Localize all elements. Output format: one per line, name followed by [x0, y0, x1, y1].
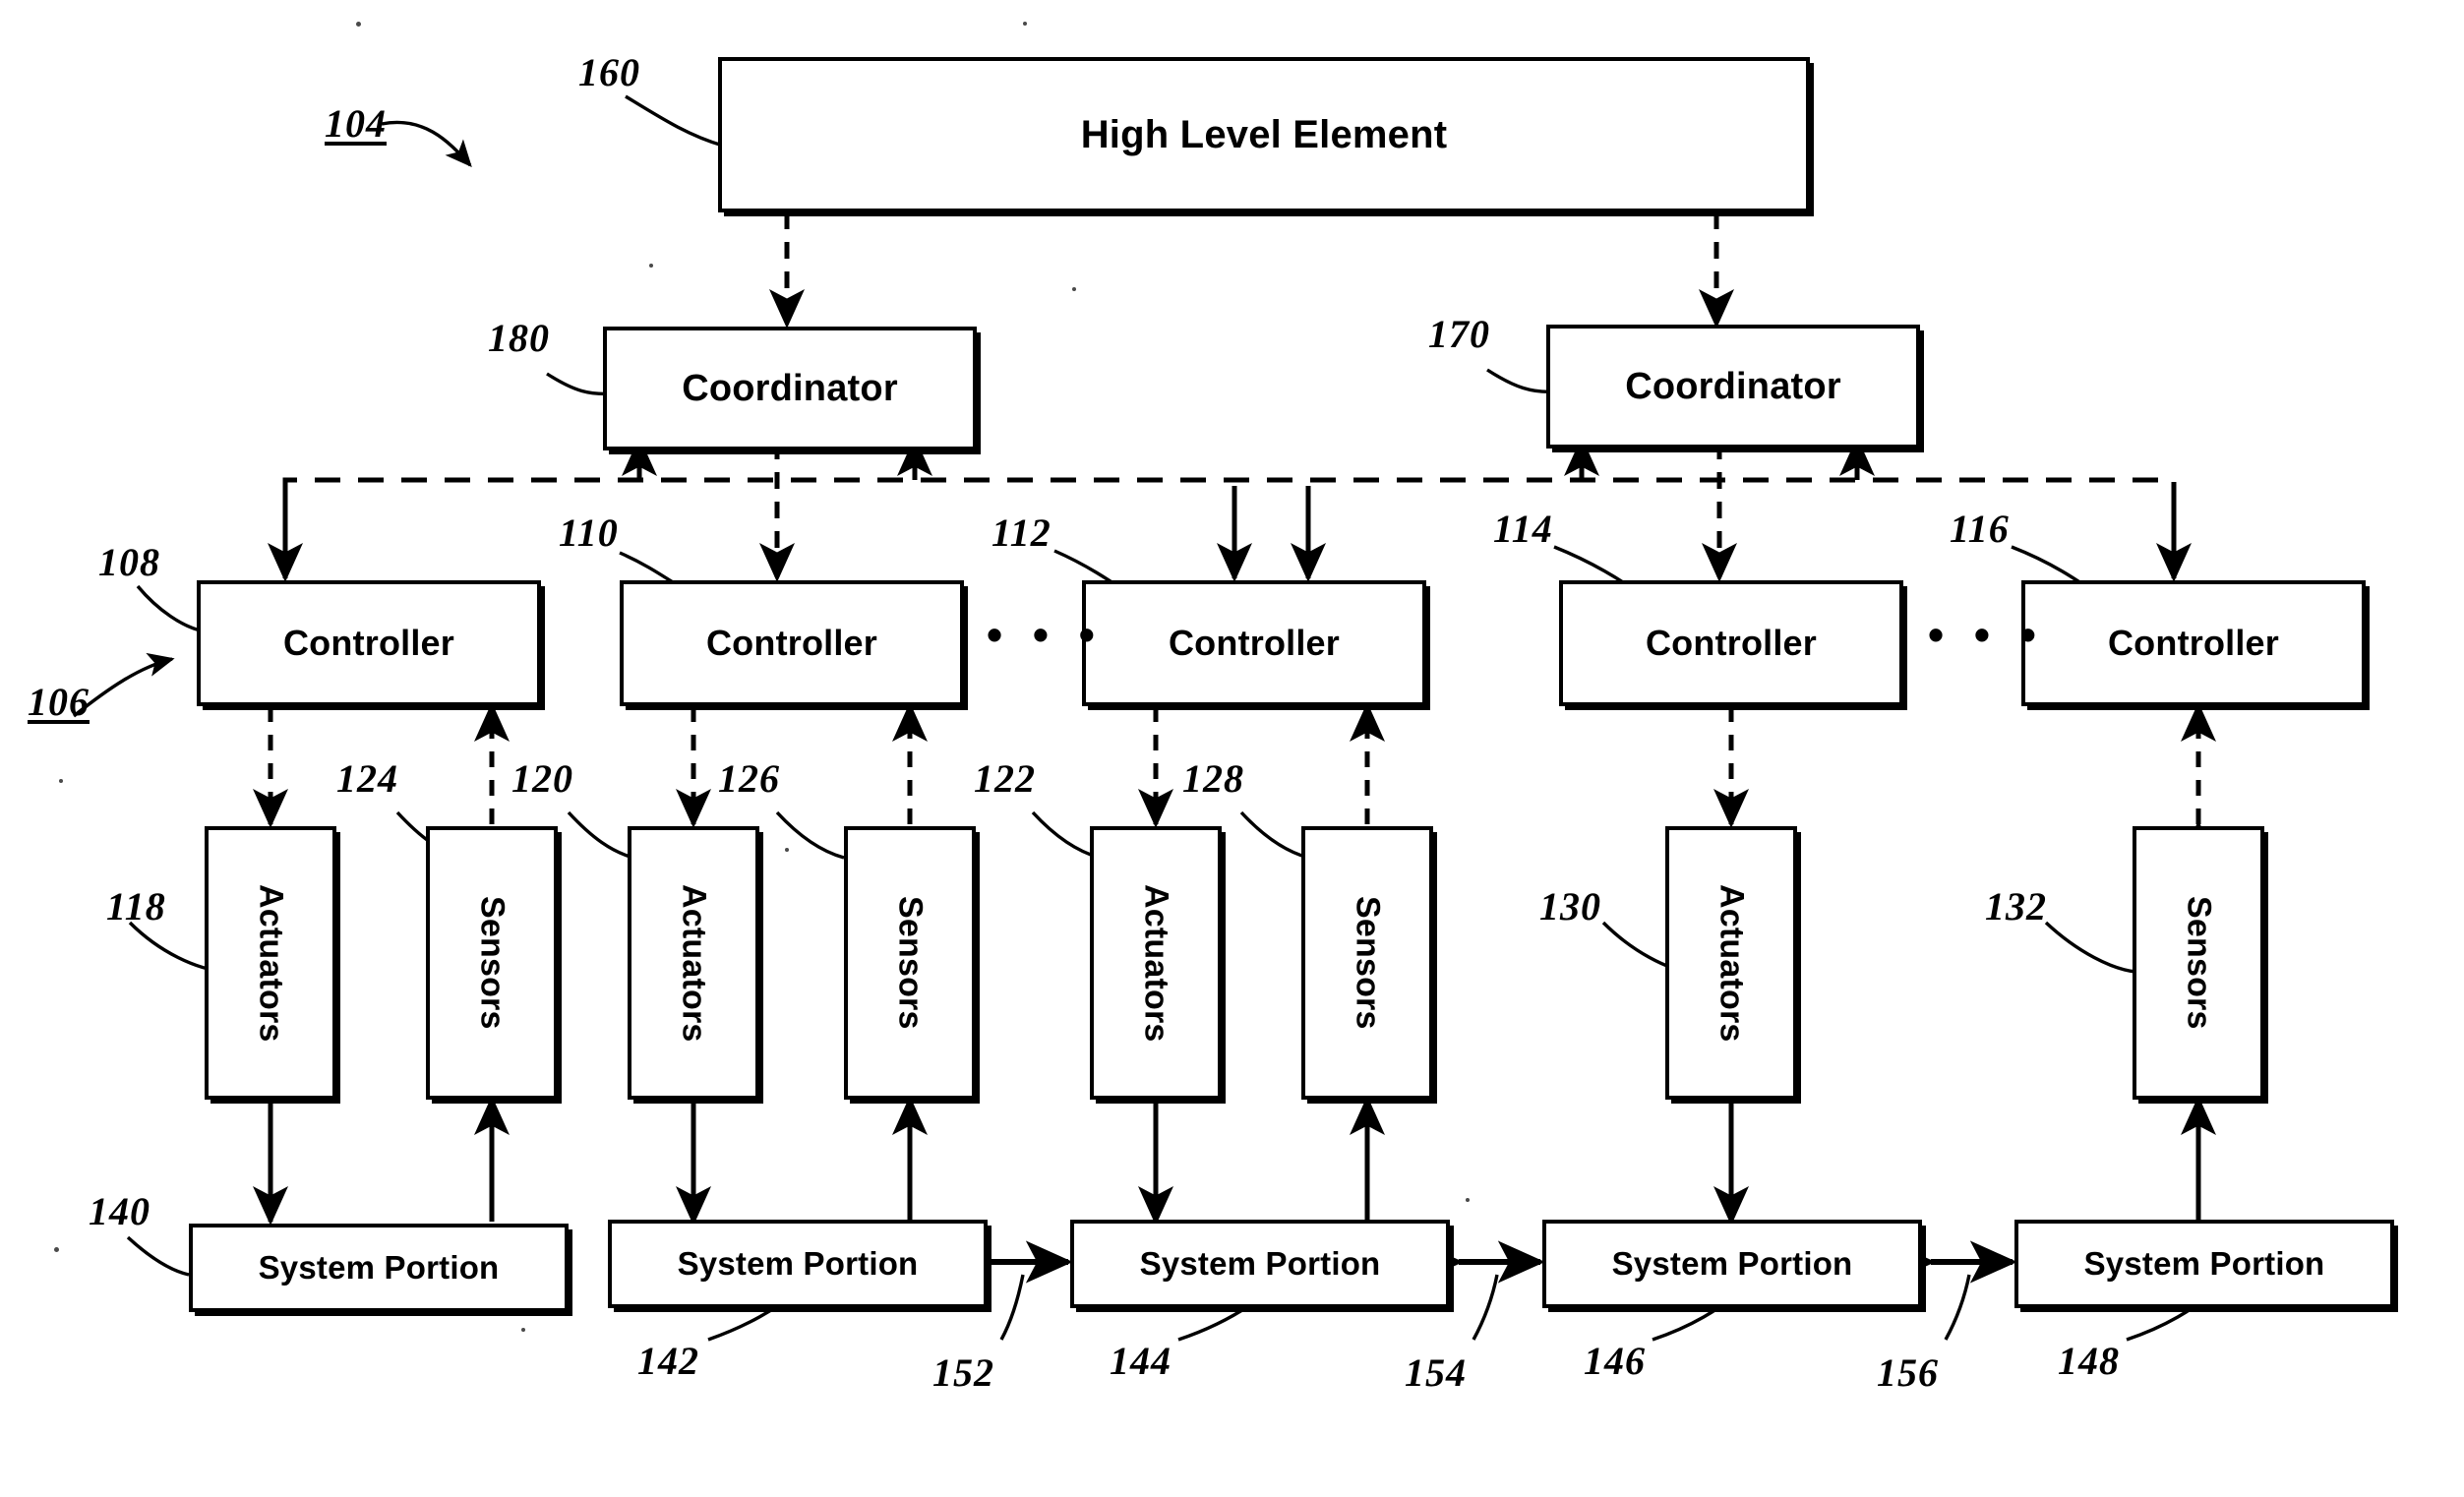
controller-label: Controller — [2107, 623, 2279, 663]
ref-numeral-146: 146 — [1584, 1339, 1646, 1383]
ref-numeral-144: 144 — [1110, 1339, 1172, 1383]
scan-speck — [54, 1247, 59, 1252]
controller-block-116[interactable]: Controller — [2021, 580, 2366, 706]
ellipsis-controllers-2-3: • • • — [987, 609, 1104, 660]
ref-numeral-116: 116 — [1950, 507, 2010, 551]
coordinator-label: Coordinator — [682, 367, 898, 409]
system-portion-block-140[interactable]: System Portion — [189, 1224, 569, 1312]
ref-numeral-106: 106 — [28, 680, 90, 724]
actuators-label: Actuators — [1713, 883, 1751, 1043]
actuators-block-120[interactable]: Actuators — [628, 826, 759, 1100]
sensors-block-126[interactable]: Sensors — [844, 826, 976, 1100]
ref-numeral-110: 110 — [559, 510, 619, 555]
system-portion-label: System Portion — [677, 1245, 919, 1282]
controller-block-108[interactable]: Controller — [197, 580, 541, 706]
system-portion-label: System Portion — [1139, 1245, 1381, 1282]
controller-label: Controller — [705, 623, 877, 663]
ref-numeral-128: 128 — [1182, 756, 1244, 801]
controller-block-110[interactable]: Controller — [620, 580, 964, 706]
scan-speck — [521, 1328, 525, 1332]
sensors-label: Sensors — [2180, 896, 2218, 1030]
controller-label: Controller — [282, 623, 454, 663]
scan-speck — [59, 779, 63, 783]
controller-block-114[interactable]: Controller — [1559, 580, 1903, 706]
sensors-label: Sensors — [473, 896, 511, 1030]
ref-numeral-180: 180 — [488, 316, 550, 360]
ref-numeral-142: 142 — [637, 1339, 699, 1383]
controller-label: Controller — [1645, 623, 1817, 663]
ref-numeral-170: 170 — [1428, 312, 1490, 356]
system-portion-label: System Portion — [1611, 1245, 1853, 1282]
actuators-block-118[interactable]: Actuators — [205, 826, 336, 1100]
actuators-label: Actuators — [1137, 883, 1175, 1043]
high-level-element-label: High Level Element — [1080, 112, 1448, 156]
scan-speck — [1023, 22, 1027, 26]
ref-numeral-118: 118 — [106, 884, 166, 928]
ref-numeral-148: 148 — [2058, 1339, 2120, 1383]
scan-speck — [1466, 1198, 1470, 1202]
ref-numeral-122: 122 — [974, 756, 1036, 801]
ref-numeral-154: 154 — [1405, 1350, 1467, 1395]
system-portion-block-144[interactable]: System Portion — [1070, 1220, 1450, 1308]
system-portion-block-148[interactable]: System Portion — [2014, 1220, 2394, 1308]
high-level-element-block[interactable]: High Level Element — [718, 57, 1810, 212]
actuators-label: Actuators — [675, 883, 713, 1043]
sensors-block-132[interactable]: Sensors — [2133, 826, 2264, 1100]
scan-speck — [356, 22, 361, 27]
ref-numeral-124: 124 — [336, 756, 398, 801]
ref-numeral-120: 120 — [511, 756, 573, 801]
sensors-block-124[interactable]: Sensors — [426, 826, 558, 1100]
actuators-label: Actuators — [252, 883, 290, 1043]
ref-numeral-160: 160 — [578, 50, 640, 94]
figure-canvas: High Level Element Coordinator Coordinat… — [0, 0, 2464, 1497]
controller-block-112[interactable]: Controller — [1082, 580, 1426, 706]
ref-numeral-114: 114 — [1493, 507, 1553, 551]
ref-numeral-132: 132 — [1985, 884, 2047, 928]
ref-numeral-130: 130 — [1539, 884, 1601, 928]
ref-numeral-152: 152 — [932, 1350, 994, 1395]
system-portion-label: System Portion — [258, 1249, 500, 1286]
ref-numeral-156: 156 — [1877, 1350, 1939, 1395]
system-portion-label: System Portion — [2083, 1245, 2325, 1282]
sensors-block-128[interactable]: Sensors — [1301, 826, 1433, 1100]
coordinator-label: Coordinator — [1625, 365, 1841, 407]
ref-numeral-140: 140 — [89, 1189, 150, 1233]
coordinator-block-180[interactable]: Coordinator — [603, 327, 977, 450]
system-portion-block-142[interactable]: System Portion — [608, 1220, 988, 1308]
ref-numeral-108: 108 — [98, 540, 160, 584]
controller-label: Controller — [1168, 623, 1340, 663]
ref-numeral-104: 104 — [325, 101, 387, 146]
actuators-block-130[interactable]: Actuators — [1665, 826, 1797, 1100]
system-portion-block-146[interactable]: System Portion — [1542, 1220, 1922, 1308]
scan-speck — [1072, 287, 1076, 291]
scan-speck — [649, 264, 653, 268]
ref-numeral-112: 112 — [992, 510, 1052, 555]
sensors-label: Sensors — [891, 896, 930, 1030]
ref-numeral-126: 126 — [718, 756, 780, 801]
ellipsis-controllers-4-5: • • • — [1928, 609, 2045, 660]
coordinator-block-170[interactable]: Coordinator — [1546, 325, 1920, 449]
scan-speck — [785, 848, 789, 852]
actuators-block-122[interactable]: Actuators — [1090, 826, 1222, 1100]
sensors-label: Sensors — [1349, 896, 1387, 1030]
